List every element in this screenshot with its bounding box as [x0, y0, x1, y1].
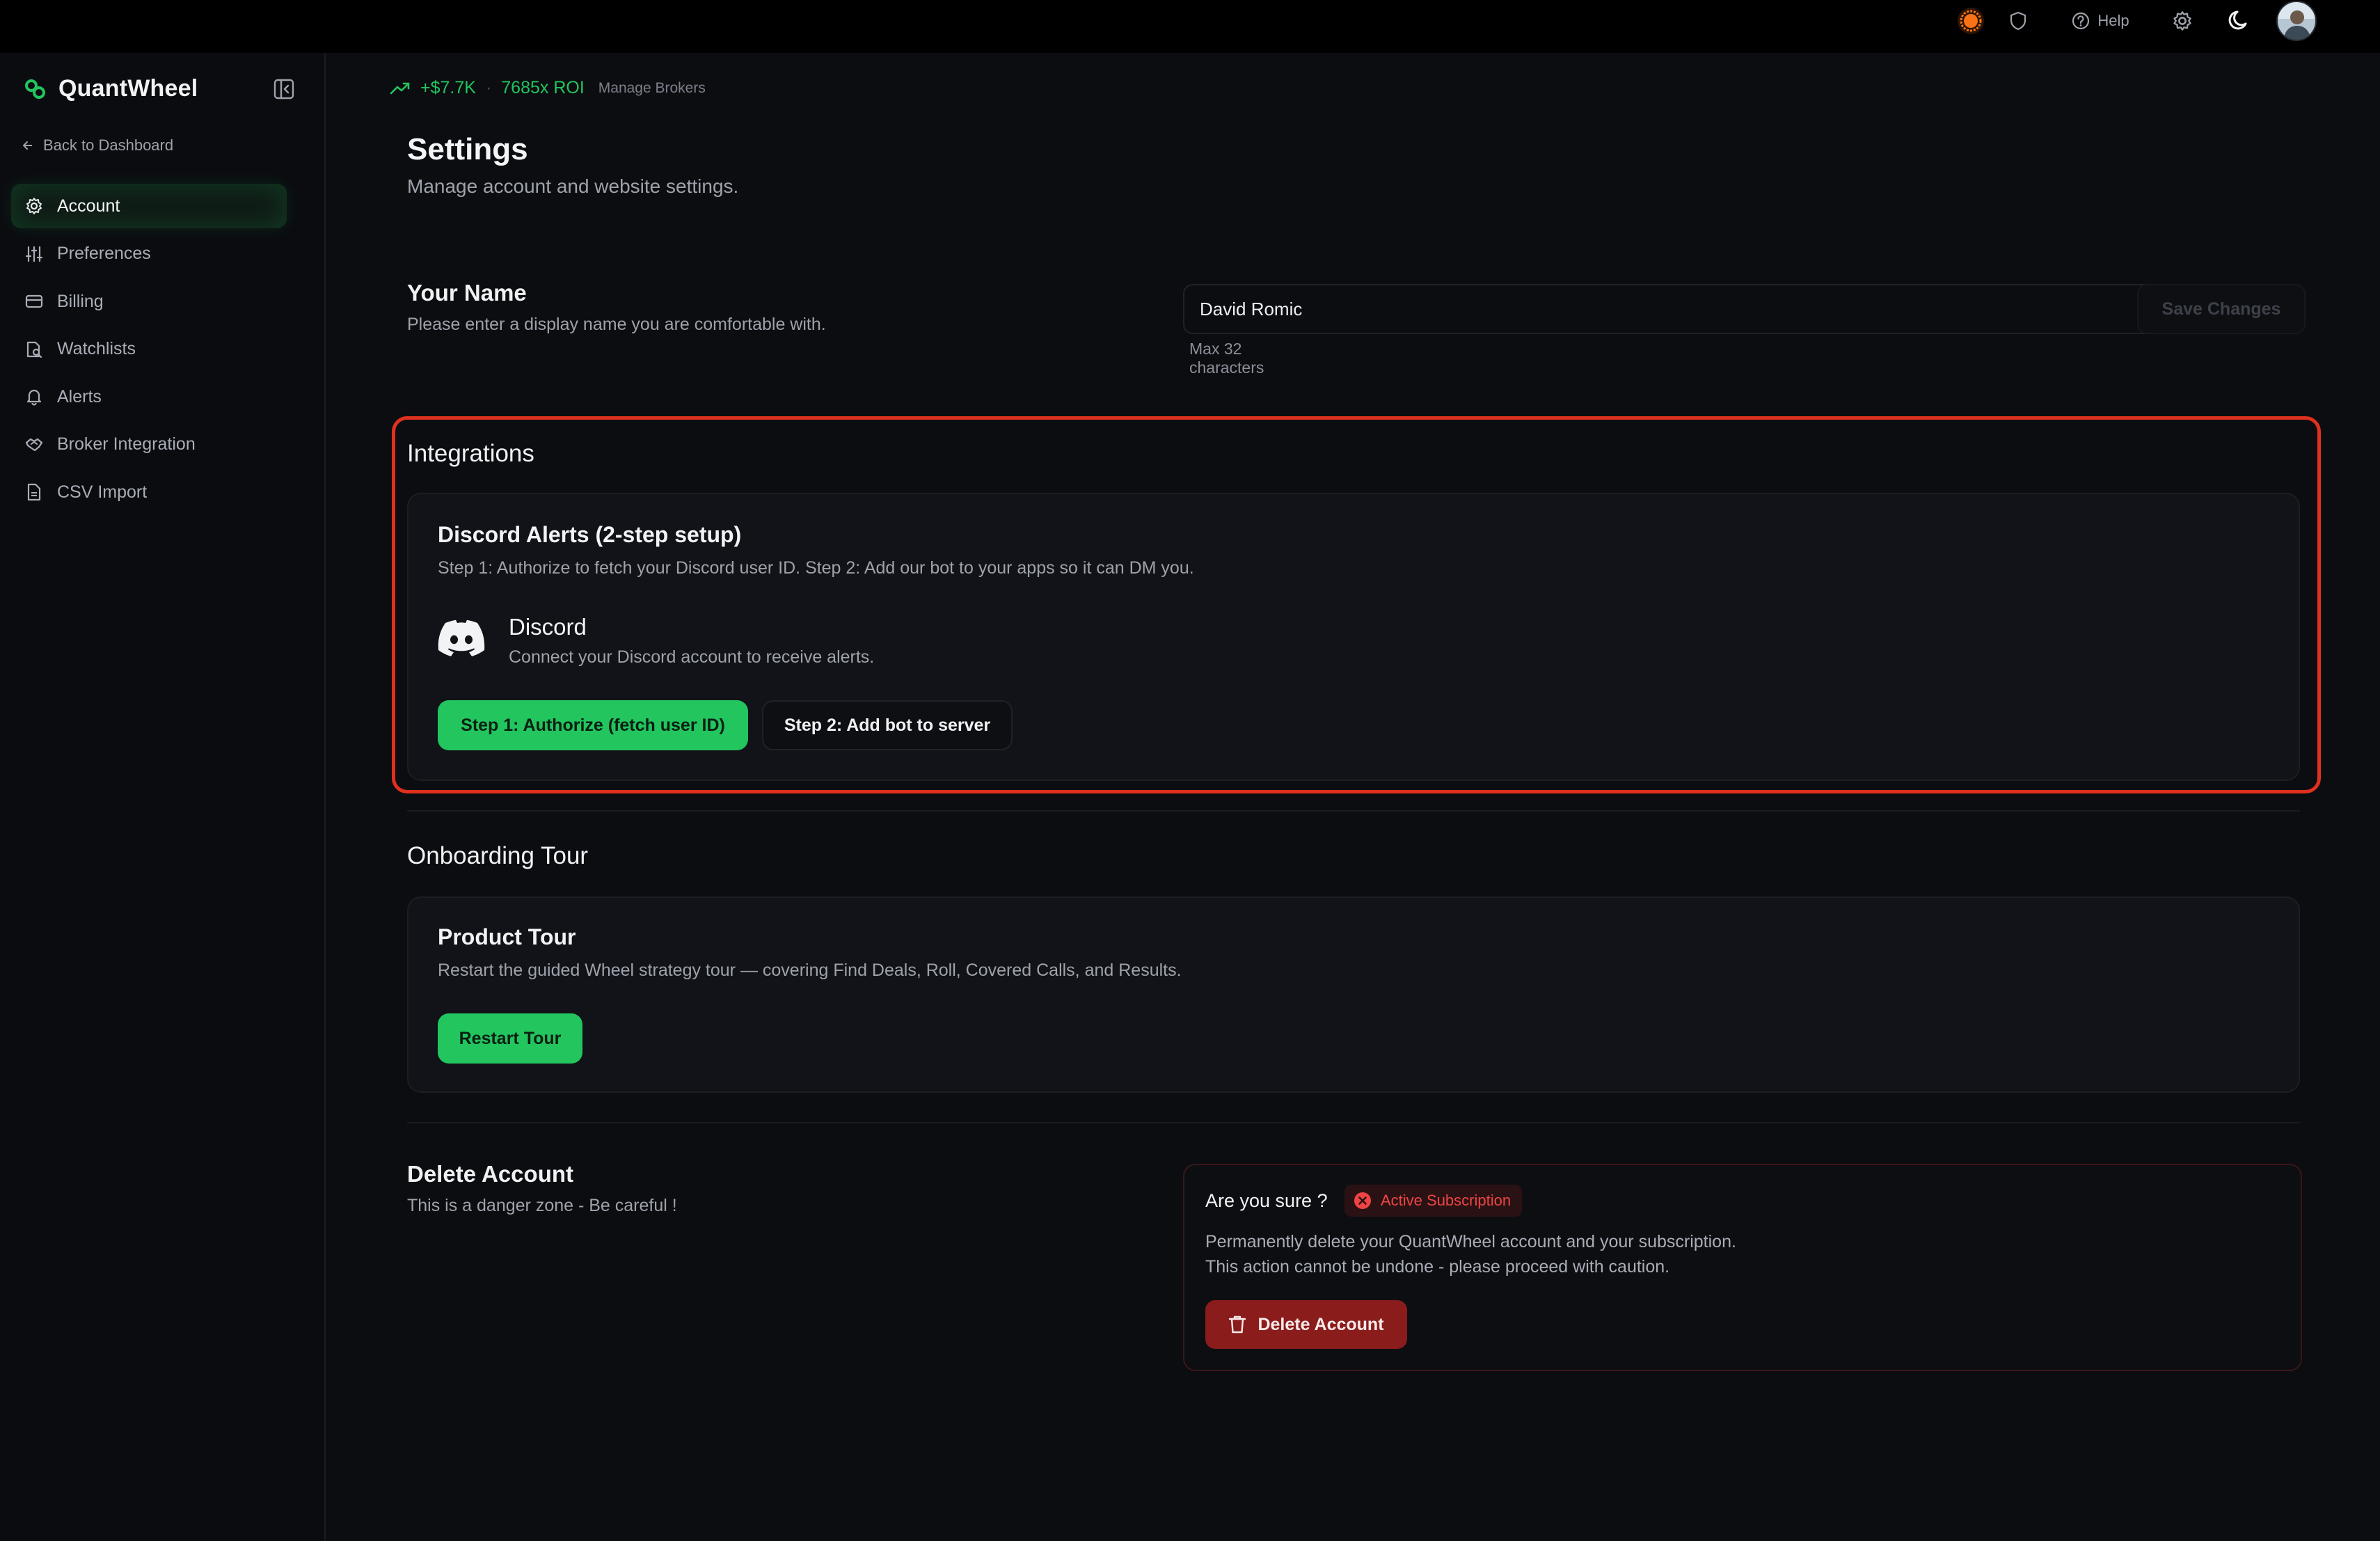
- discord-provider-desc: Connect your Discord account to receive …: [509, 647, 875, 667]
- sidebar-item-broker-integration[interactable]: Broker Integration: [11, 422, 287, 467]
- sidebar-nav: Account Preferences Billing Watchlists A…: [11, 184, 287, 518]
- quantwheel-logo-icon: [25, 79, 45, 99]
- handshake-icon: [25, 438, 43, 451]
- page-subtitle: Manage account and website settings.: [407, 175, 739, 197]
- credit-card-icon: [25, 294, 43, 308]
- discord-card-subtitle: Step 1: Authorize to fetch your Discord …: [438, 558, 1194, 578]
- sidebar-item-label: Alerts: [57, 386, 102, 406]
- discord-card-title: Discord Alerts (2-step setup): [438, 522, 742, 547]
- delete-account-label: Delete Account: [1258, 1314, 1384, 1334]
- help-label: Help: [2097, 12, 2129, 29]
- manage-brokers-link[interactable]: Manage Brokers: [598, 80, 706, 97]
- discord-alerts-card: Discord Alerts (2-step setup) Step 1: Au…: [407, 493, 2300, 781]
- sidebar-collapse-icon[interactable]: [273, 78, 295, 100]
- active-subscription-badge: Active Subscription: [1344, 1185, 1523, 1217]
- sidebar-item-csv-import[interactable]: CSV Import: [11, 470, 287, 514]
- sidebar-item-label: Watchlists: [57, 339, 136, 358]
- arrow-left-icon: [23, 141, 32, 150]
- product-tour-card: Product Tour Restart the guided Wheel st…: [407, 896, 2300, 1093]
- pnl-value: +$7.7K: [420, 78, 476, 97]
- step2-add-bot-button[interactable]: Step 2: Add bot to server: [762, 700, 1013, 750]
- restart-tour-button[interactable]: Restart Tour: [438, 1013, 582, 1064]
- shield-icon[interactable]: [2004, 0, 2032, 42]
- summary-separator: ·: [485, 78, 492, 97]
- delete-account-button[interactable]: Delete Account: [1205, 1300, 1407, 1349]
- name-length-hint: Max 32 characters: [1189, 340, 1264, 377]
- delete-warning-line1: Permanently delete your QuantWheel accou…: [1205, 1232, 1736, 1251]
- x-circle-icon: [1354, 1192, 1371, 1209]
- sidebar-item-preferences[interactable]: Preferences: [11, 232, 287, 276]
- save-changes-button[interactable]: Save Changes: [2137, 284, 2306, 334]
- section-divider: [407, 810, 2300, 812]
- onboarding-title: Onboarding Tour: [407, 842, 589, 869]
- your-name-subtitle: Please enter a display name you are comf…: [407, 315, 826, 334]
- your-name-title: Your Name: [407, 280, 527, 306]
- gear-icon: [26, 198, 42, 214]
- product-tour-subtitle: Restart the guided Wheel strategy tour —…: [438, 961, 1182, 980]
- display-name-input[interactable]: David Romic: [1183, 284, 2209, 334]
- page-title: Settings: [407, 132, 528, 166]
- delete-account-subtitle: This is a danger zone - Be careful !: [407, 1196, 677, 1215]
- delete-account-title: Delete Account: [407, 1161, 573, 1187]
- brand[interactable]: QuantWheel: [24, 75, 198, 102]
- trend-up-icon: [390, 82, 410, 94]
- sidebar-item-watchlists[interactable]: Watchlists: [11, 327, 287, 372]
- user-avatar[interactable]: [2276, 0, 2317, 42]
- discord-logo-icon: [438, 619, 485, 656]
- watchlist-icon: [26, 341, 42, 358]
- status-indicator-icon[interactable]: [1951, 0, 1990, 42]
- back-to-dashboard-label: Back to Dashboard: [43, 136, 174, 154]
- settings-gear-icon[interactable]: [2168, 0, 2196, 42]
- badge-label: Active Subscription: [1381, 1192, 1512, 1209]
- sidebar-item-account[interactable]: Account: [11, 184, 287, 228]
- portfolio-summary: +$7.7K · 7685x ROI Manage Brokers: [390, 78, 706, 98]
- sidebar-item-billing[interactable]: Billing: [11, 279, 287, 324]
- discord-provider-name: Discord: [509, 614, 587, 640]
- moon-icon[interactable]: [2224, 0, 2255, 42]
- bell-icon: [26, 389, 42, 406]
- integrations-title: Integrations: [407, 440, 534, 467]
- sidebar-item-alerts[interactable]: Alerts: [11, 374, 287, 419]
- step1-authorize-button[interactable]: Step 1: Authorize (fetch user ID): [438, 700, 748, 750]
- sidebar-item-label: Billing: [57, 291, 104, 311]
- confirm-title: Are you sure ?: [1205, 1190, 1328, 1211]
- sidebar-item-label: Broker Integration: [57, 434, 196, 454]
- roi-value: 7685x ROI: [501, 78, 585, 97]
- delete-warning-line2: This action cannot be undone - please pr…: [1205, 1257, 1670, 1277]
- sidebar-item-label: CSV Import: [57, 482, 148, 502]
- sidebar-item-label: Preferences: [57, 244, 151, 263]
- product-tour-title: Product Tour: [438, 924, 576, 949]
- section-divider: [407, 1122, 2300, 1123]
- help-circle-icon: [2072, 12, 2090, 30]
- help-button[interactable]: Help: [2065, 0, 2135, 42]
- trash-icon: [1229, 1315, 1246, 1334]
- sidebar-item-label: Account: [57, 196, 120, 216]
- back-to-dashboard-link[interactable]: Back to Dashboard: [21, 136, 173, 155]
- file-icon: [27, 483, 41, 501]
- brand-name: QuantWheel: [58, 75, 198, 102]
- sliders-icon: [25, 246, 43, 262]
- danger-zone-card: Are you sure ? Active Subscription Perma…: [1183, 1164, 2302, 1371]
